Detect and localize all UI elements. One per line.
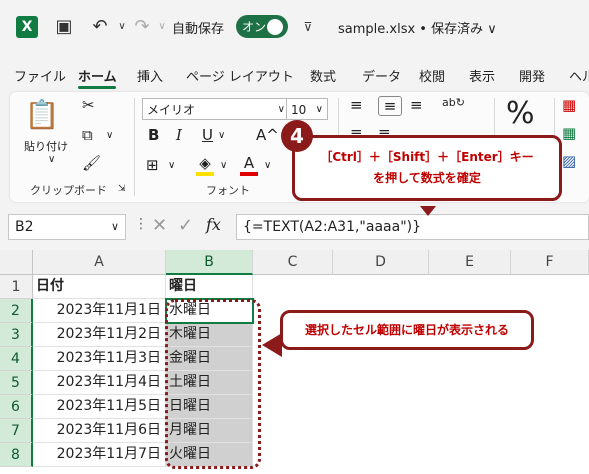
result-callout: 選択したセル範囲に曜日が表示される bbox=[280, 310, 534, 350]
step-callout: ［Ctrl］＋［Shift］＋［Enter］キー を押して数式を確定 bbox=[292, 135, 562, 201]
step-text-line1: ［Ctrl］＋［Shift］＋［Enter］キー bbox=[320, 150, 534, 164]
step-number-badge: 4 bbox=[281, 120, 313, 152]
callout-arrows bbox=[262, 206, 436, 357]
result-callout-arrow bbox=[262, 333, 282, 357]
step-text-line2: を押して数式を確定 bbox=[373, 171, 481, 185]
step-callout-arrow bbox=[420, 206, 436, 216]
